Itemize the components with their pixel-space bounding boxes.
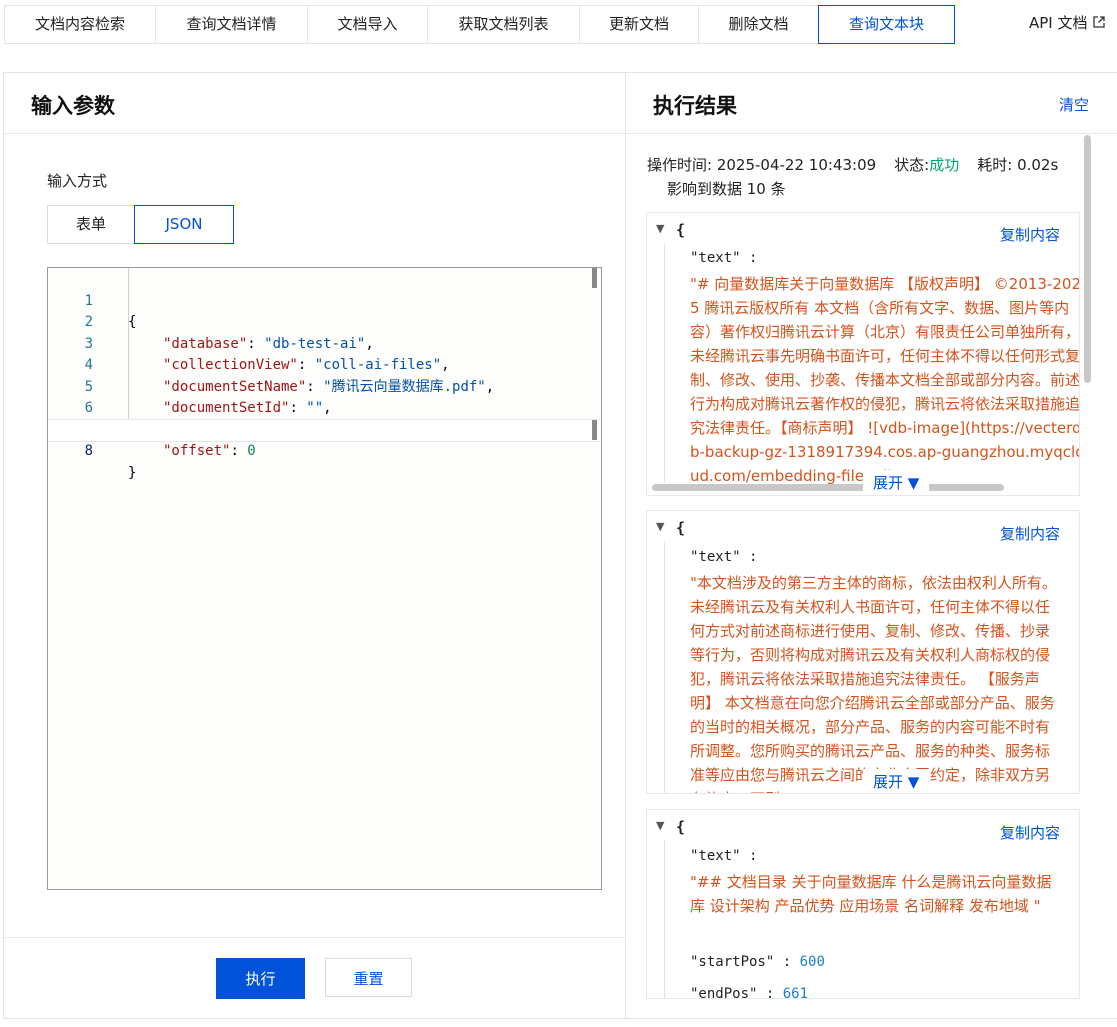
code-line: 5 "documentSetId": "",: [48, 355, 601, 417]
reset-button[interactable]: 重置: [325, 958, 412, 997]
editor-scrollbar-top[interactable]: [592, 268, 597, 288]
clear-button[interactable]: 清空: [1059, 94, 1089, 115]
tab-document-search[interactable]: 文档内容检索: [4, 5, 155, 44]
json-key: "offset": [163, 443, 231, 459]
json-open-brace: {: [676, 818, 686, 836]
code-line: 1 {: [48, 269, 601, 331]
result-card: ▼ { 复制内容 "text" : "## 文档目录 关于向量数据库 什么是腾讯…: [646, 809, 1080, 999]
expand-button[interactable]: 展开 ▼: [863, 769, 930, 793]
input-mode-toggle: 表单 JSON: [47, 205, 234, 244]
status-label: 状态:: [894, 156, 930, 174]
execute-button[interactable]: 执行: [216, 958, 305, 999]
json-code-editor[interactable]: 1 { 2 "database": "db-test-ai", 3 "colle…: [47, 267, 602, 890]
end-pos-row: "endPos" : 661: [690, 986, 809, 999]
result-meta: 操作时间: 2025-04-22 10:43:09 状态:成功 耗时: 0.02s: [647, 154, 1058, 175]
op-time-label: 操作时间:: [647, 156, 713, 174]
result-panel-title: 执行结果: [653, 94, 737, 118]
indent-guide: [664, 541, 665, 793]
code-line: 2 "database": "db-test-ai",: [48, 291, 601, 352]
copy-content-button[interactable]: 复制内容: [1000, 224, 1060, 245]
start-pos-value: 600: [799, 954, 825, 970]
mode-json-button[interactable]: JSON: [134, 205, 234, 244]
caret-down-icon: ▼: [907, 474, 920, 492]
tab-delete-document[interactable]: 删除文档: [698, 5, 818, 44]
json-open-brace: {: [676, 221, 686, 239]
json-value: 0: [247, 443, 256, 459]
code-line: 3 "collectionView": "coll-ai-files",: [48, 312, 601, 374]
caret-down-icon: ▼: [907, 773, 920, 791]
card-hscrollbar[interactable]: [652, 484, 1004, 491]
api-doc-label: API 文档: [1029, 14, 1088, 32]
input-panel: 输入参数 输入方式 表单 JSON 1 { 2 "database": "db-…: [3, 72, 625, 1019]
elapsed-label: 耗时:: [977, 156, 1013, 174]
code-line-current: 8 }: [48, 418, 601, 481]
collapse-caret-icon[interactable]: ▼: [656, 819, 664, 832]
tab-update-document[interactable]: 更新文档: [579, 5, 698, 44]
result-card: ▼ { 复制内容 "text" : "本文档涉及的第三方主体的商标，依法由权利人…: [646, 510, 1080, 794]
divider: [4, 133, 625, 134]
affected-rows: 影响到数据 10 条: [667, 180, 786, 198]
code-close-brace: }: [128, 464, 137, 481]
external-link-icon: [1092, 16, 1105, 31]
result-panel: 执行结果 清空 操作时间: 2025-04-22 10:43:09 状态:成功 耗时…: [625, 72, 1117, 1019]
elapsed-value: 0.02s: [1017, 156, 1059, 174]
collapse-caret-icon[interactable]: ▼: [656, 520, 664, 533]
line-number: 8: [84, 443, 93, 459]
text-value: "本文档涉及的第三方主体的商标，依法由权利人所有。未经腾讯云及有关权利人书面许可…: [690, 574, 1057, 793]
status-value: 成功: [929, 156, 960, 174]
text-key: "text" :: [690, 848, 758, 864]
text-value: "## 文档目录 关于向量数据库 什么是腾讯云向量数据库 设计架构 产品优势 应…: [690, 873, 1052, 915]
copy-content-button[interactable]: 复制内容: [1000, 822, 1060, 843]
api-doc-link[interactable]: API 文档: [1029, 12, 1105, 33]
text-key: "text" :: [690, 250, 758, 266]
collapse-caret-icon[interactable]: ▼: [656, 222, 664, 235]
text-key: "text" :: [690, 549, 758, 565]
divider: [626, 133, 1117, 134]
indent-guide: [664, 840, 665, 998]
code-line: 4 "documentSetName": "腾讯云向量数据库.pdf",: [48, 334, 601, 395]
copy-content-button[interactable]: 复制内容: [1000, 523, 1060, 544]
text-value: "# 向量数据库关于向量数据库 【版权声明】 ©2013-2025 腾讯云版权所…: [690, 275, 1080, 485]
api-tabs: 文档内容检索 查询文档详情 文档导入 获取文档列表 更新文档 删除文档 查询文本…: [4, 5, 955, 44]
tab-query-chunks[interactable]: 查询文本块: [818, 5, 955, 44]
tab-document-detail[interactable]: 查询文档详情: [155, 5, 307, 44]
tab-document-import[interactable]: 文档导入: [307, 5, 427, 44]
result-card: ▼ { 复制内容 "text" : "# 向量数据库关于向量数据库 【版权声明】…: [646, 212, 1080, 496]
indent-guide: [664, 243, 665, 483]
input-mode-label: 输入方式: [47, 172, 108, 190]
json-open-brace: {: [676, 519, 686, 537]
start-pos-row: "startPos" : 600: [690, 954, 825, 970]
end-pos-value: 661: [782, 986, 809, 999]
editor-scrollbar-bottom[interactable]: [592, 420, 597, 440]
result-scrollbar[interactable]: [1084, 135, 1091, 383]
expand-button[interactable]: 展开 ▼: [863, 470, 930, 495]
code-line: 6 "limit": 10,: [48, 377, 601, 438]
tab-document-list[interactable]: 获取文档列表: [427, 5, 579, 44]
input-panel-title: 输入参数: [31, 94, 115, 118]
op-time: 2025-04-22 10:43:09: [716, 156, 877, 174]
mode-form-button[interactable]: 表单: [47, 205, 135, 244]
code-line: 7 "offset": 0: [48, 398, 601, 460]
divider: [4, 937, 625, 938]
